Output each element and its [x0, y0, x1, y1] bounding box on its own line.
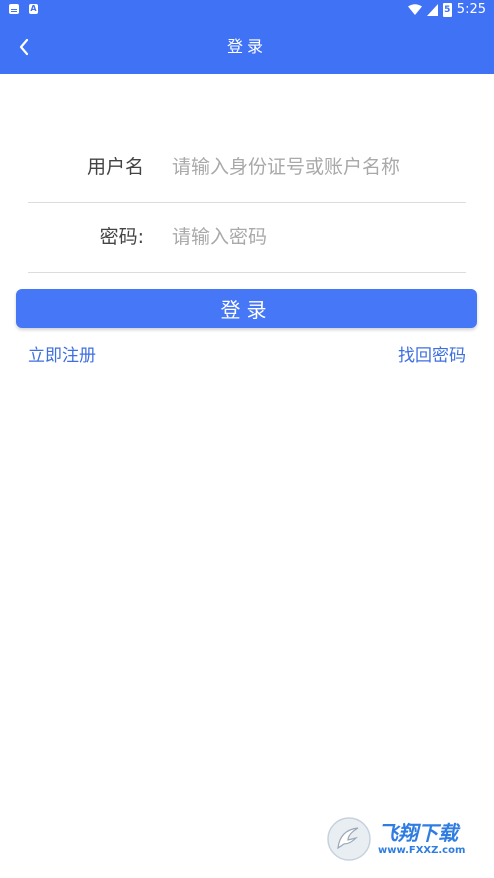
clock: 5:25 [456, 2, 486, 17]
watermark-brand: 飞翔下载 [378, 821, 458, 845]
password-row: 密码: [28, 202, 466, 273]
system-icons: 5 5:25 [407, 2, 486, 18]
chevron-left-icon [19, 38, 29, 56]
signal-icon [426, 4, 438, 16]
watermark-url: www.FXXZ.com [378, 845, 466, 856]
status-bar: A 5 5:25 [0, 0, 494, 20]
app-bar: 登录 [0, 20, 494, 74]
notification-icons: A [9, 4, 38, 14]
username-input[interactable] [172, 132, 466, 202]
forgot-password-link[interactable]: 找回密码 [398, 344, 466, 368]
login-button[interactable]: 登录 [16, 289, 477, 328]
app-notification-icon: A [29, 4, 38, 14]
password-input[interactable] [172, 202, 466, 272]
username-row: 用户名 [28, 132, 466, 203]
watermark: 飞翔下载 www.FXXZ.com [326, 812, 484, 866]
back-button[interactable] [8, 31, 40, 63]
page-title: 登录 [226, 37, 267, 56]
wifi-icon [407, 4, 422, 15]
battery-level: 5 [444, 5, 451, 15]
username-label: 用户名 [86, 156, 144, 178]
register-link[interactable]: 立即注册 [28, 344, 96, 368]
fxxz-logo-icon [327, 817, 371, 861]
message-icon [9, 4, 19, 14]
battery-icon: 5 [442, 3, 452, 17]
password-label: 密码: [99, 226, 144, 248]
